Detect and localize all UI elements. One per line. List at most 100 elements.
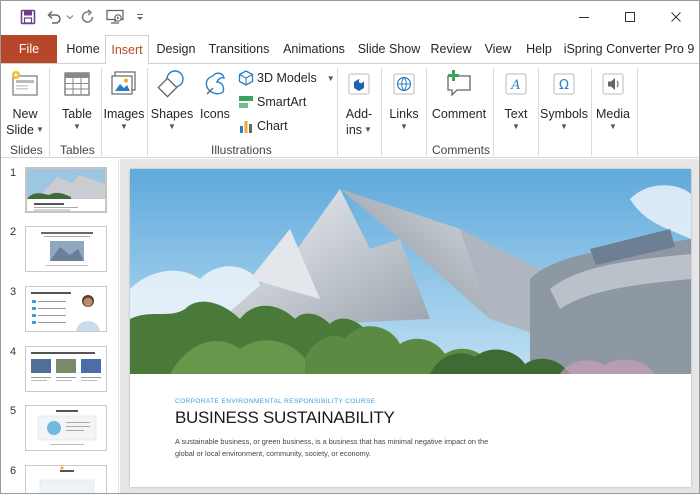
- images-label: Images: [103, 107, 145, 121]
- title-bar: [1, 1, 699, 33]
- links-button[interactable]: Links ▼: [385, 68, 423, 132]
- current-slide[interactable]: CORPORATE ENVIRONMENTAL RESPONSIBILITY C…: [130, 169, 691, 487]
- tab-animations[interactable]: Animations: [279, 35, 349, 64]
- add-ins-label: Add-: [345, 107, 373, 121]
- chevron-down-icon: ▼: [73, 122, 81, 131]
- building-photo: [130, 169, 691, 374]
- table-button[interactable]: Table ▼: [57, 68, 97, 132]
- minimize-icon[interactable]: [561, 1, 607, 33]
- slide-thumbnail-1[interactable]: [25, 167, 107, 213]
- text-button[interactable]: A Text ▼: [498, 68, 534, 132]
- tab-insert[interactable]: Insert: [105, 35, 149, 65]
- slide-thumbnail-pane[interactable]: 1 2 3 4 5 6: [1, 159, 119, 493]
- customize-qat-icon[interactable]: [129, 1, 151, 33]
- chevron-down-icon: ▼: [168, 122, 176, 131]
- separator: [147, 68, 148, 156]
- chevron-down-icon: ▼: [120, 122, 128, 131]
- slide-kicker[interactable]: CORPORATE ENVIRONMENTAL RESPONSIBILITY C…: [175, 398, 376, 405]
- tab-review[interactable]: Review: [428, 35, 474, 64]
- svg-text:A: A: [510, 78, 520, 93]
- comment-label: Comment: [431, 107, 487, 121]
- slide-thumbnail-image: [27, 169, 105, 211]
- link-icon: [393, 73, 415, 95]
- new-slide-button[interactable]: New Slide ▼: [5, 68, 45, 138]
- chart-icon: [238, 118, 254, 134]
- chart-label: Chart: [257, 119, 288, 133]
- tab-design[interactable]: Design: [153, 35, 199, 64]
- group-label-comments: Comments: [432, 143, 491, 157]
- table-label: Table: [62, 107, 92, 121]
- smartart-button[interactable]: SmartArt: [238, 94, 306, 110]
- new-slide-label: New: [12, 107, 38, 121]
- maximize-icon[interactable]: [607, 1, 653, 33]
- comment-icon: [447, 70, 471, 97]
- chevron-down-icon: ▼: [560, 122, 568, 131]
- tab-slide-show[interactable]: Slide Show: [356, 35, 422, 64]
- slide-thumbnail-image: [31, 352, 101, 381]
- cube-icon: [238, 70, 254, 86]
- undo-icon[interactable]: [43, 1, 65, 33]
- separator: [426, 68, 427, 156]
- tab-view[interactable]: View: [481, 35, 515, 64]
- save-icon[interactable]: [13, 1, 43, 33]
- quick-access-toolbar: [1, 1, 151, 33]
- add-ins-button[interactable]: Add- ins ▼: [341, 68, 377, 138]
- tab-file[interactable]: File: [1, 35, 57, 64]
- group-label-tables: Tables: [60, 143, 95, 157]
- slide-title[interactable]: BUSINESS SUSTAINABILITY: [175, 408, 395, 428]
- tab-ispring[interactable]: iSpring Converter Pro 9: [563, 35, 695, 64]
- table-icon: [64, 72, 90, 96]
- separator: [381, 68, 382, 156]
- separator: [637, 68, 638, 156]
- slide-thumbnail-2[interactable]: [25, 226, 107, 272]
- slide-thumbnail-image: [37, 410, 97, 445]
- icons-button[interactable]: Icons: [195, 68, 235, 122]
- shapes-button[interactable]: Shapes ▼: [151, 68, 193, 132]
- group-label-illustrations: Illustrations: [211, 143, 272, 157]
- ribbon-tabs: File Home Insert Design Transitions Anim…: [1, 35, 699, 65]
- ribbon-insert: New Slide ▼ Slides Table ▼ Tables Images …: [1, 63, 699, 158]
- redo-icon[interactable]: [75, 1, 101, 33]
- icons-icon: [205, 72, 225, 95]
- add-ins-label-2: ins: [346, 123, 363, 137]
- slide-thumbnail-4[interactable]: [25, 346, 107, 392]
- separator: [101, 68, 102, 156]
- present-from-beginning-icon[interactable]: [101, 1, 129, 33]
- links-label: Links: [389, 107, 419, 121]
- smartart-icon: [238, 94, 254, 110]
- chevron-down-icon: ▼: [400, 122, 408, 131]
- shapes-icon: [157, 70, 184, 98]
- separator: [49, 68, 50, 156]
- speaker-icon: [602, 73, 624, 95]
- text-icon: A: [505, 73, 527, 95]
- 3d-models-button[interactable]: 3D Models ▼: [238, 70, 335, 86]
- add-ins-icon: [348, 73, 370, 95]
- chevron-down-icon: ▼: [35, 125, 44, 134]
- close-icon[interactable]: [653, 1, 699, 33]
- media-label: Media: [595, 107, 631, 121]
- comment-button[interactable]: Comment: [429, 68, 489, 122]
- chevron-down-icon: ▼: [512, 122, 520, 131]
- tab-transitions[interactable]: Transitions: [205, 35, 273, 64]
- images-button[interactable]: Images ▼: [103, 68, 145, 132]
- thumbnail-number: 4: [10, 346, 17, 358]
- slide-thumbnail-image: [41, 232, 93, 266]
- slide-thumbnail-3[interactable]: [25, 286, 107, 332]
- new-slide-label-2: Slide: [6, 123, 34, 137]
- thumbnail-number: 2: [10, 226, 17, 238]
- slide-editing-canvas[interactable]: CORPORATE ENVIRONMENTAL RESPONSIBILITY C…: [120, 159, 699, 493]
- slide-thumbnail-6[interactable]: [25, 465, 107, 493]
- slide-thumbnail-5[interactable]: [25, 405, 107, 451]
- media-button[interactable]: Media ▼: [593, 68, 633, 132]
- chart-button[interactable]: Chart: [238, 118, 288, 134]
- images-icon: [111, 71, 136, 95]
- tab-home[interactable]: Home: [61, 35, 105, 64]
- slide-body-text[interactable]: A sustainable business, or green busines…: [175, 436, 505, 460]
- powerpoint-window: File Home Insert Design Transitions Anim…: [0, 0, 700, 494]
- 3d-models-label: 3D Models: [257, 71, 317, 85]
- chevron-down-icon: ▼: [326, 73, 335, 83]
- undo-dropdown-icon[interactable]: [65, 1, 75, 33]
- separator: [337, 68, 338, 156]
- symbols-button[interactable]: Ω Symbols ▼: [539, 68, 589, 132]
- tab-help[interactable]: Help: [522, 35, 556, 64]
